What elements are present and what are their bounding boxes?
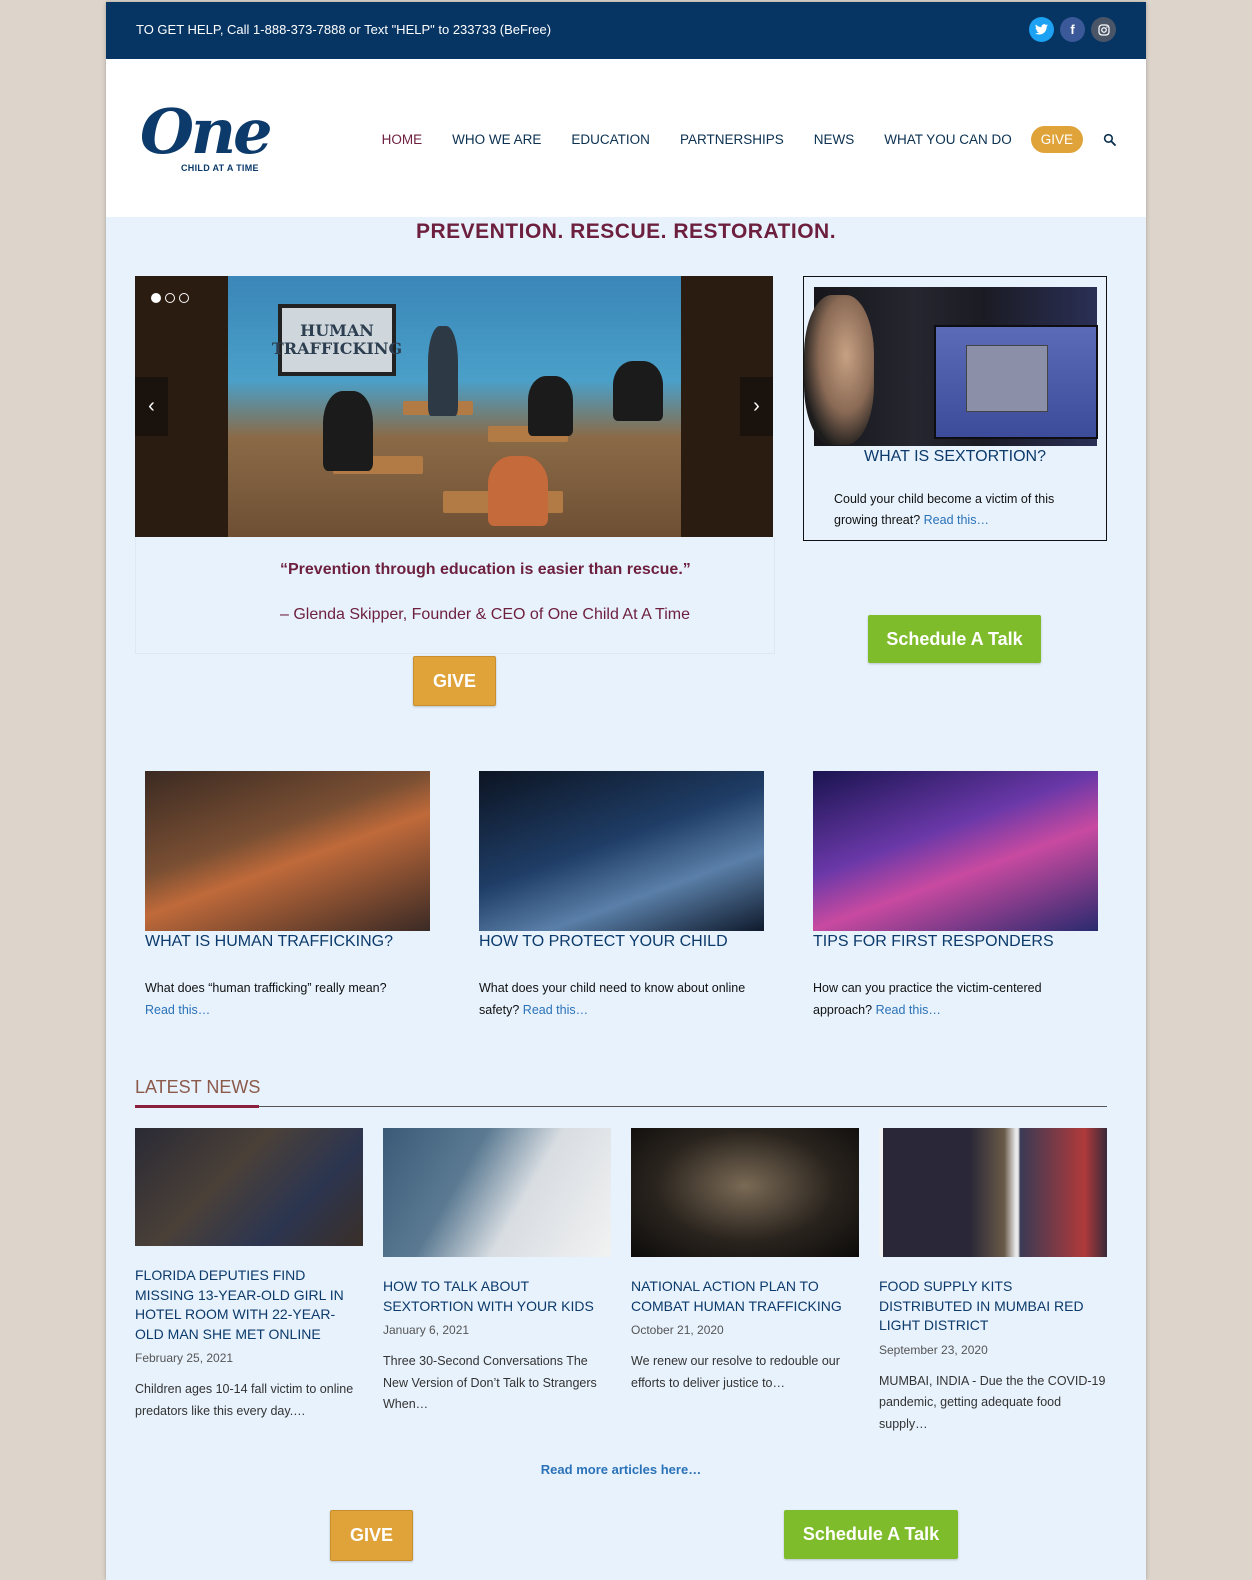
facebook-icon[interactable]: f	[1060, 17, 1085, 42]
twitter-icon[interactable]	[1029, 17, 1054, 42]
give-button[interactable]: GIVE	[413, 656, 496, 706]
slide-screen-text: HUMAN TRAFFICKING	[272, 304, 402, 376]
news-title[interactable]: NATIONAL ACTION PLAN TO COMBAT HUMAN TRA…	[631, 1277, 859, 1316]
quote-author: – Glenda Skipper, Founder & CEO of One C…	[280, 606, 690, 623]
schedule-talk-button[interactable]: Schedule A Talk	[868, 615, 1041, 663]
monitor	[934, 325, 1098, 439]
news-image[interactable]	[383, 1128, 611, 1257]
news-excerpt: Three 30-Second Conversations The New Ve…	[383, 1354, 597, 1411]
feature-description: What does “human trafficking” really mea…	[145, 981, 387, 995]
feature-text: How can you practice the victim-centered…	[813, 977, 1098, 1021]
news-excerpt: We renew our resolve to redouble our eff…	[631, 1354, 840, 1390]
sextortion-read-link[interactable]: Read this…	[924, 513, 989, 527]
news-card: FOOD SUPPLY KITS DISTRIBUTED IN MUMBAI R…	[879, 1128, 1107, 1435]
logo-subtitle: CHILD AT A TIME	[181, 163, 259, 173]
feature-read-link[interactable]: Read this…	[145, 1003, 210, 1017]
site-logo[interactable]: One CHILD AT A TIME	[140, 95, 273, 181]
give-button-bottom[interactable]: GIVE	[330, 1510, 413, 1561]
main-nav: HOME WHO WE ARE EDUCATION PARTNERSHIPS N…	[352, 126, 1116, 153]
student	[528, 376, 573, 436]
chevron-right-icon[interactable]: ›	[740, 377, 773, 436]
chevron-left-icon[interactable]: ‹	[135, 377, 168, 436]
feature-card-protect-child: HOW TO PROTECT YOUR CHILD What does your…	[479, 771, 764, 1021]
feature-title[interactable]: WHAT IS HUMAN TRAFFICKING?	[145, 933, 430, 951]
news-card: NATIONAL ACTION PLAN TO COMBAT HUMAN TRA…	[631, 1128, 859, 1394]
latest-news-heading: LATEST NEWS	[135, 1077, 261, 1097]
site-header: One CHILD AT A TIME HOME WHO WE ARE EDUC…	[106, 59, 1146, 217]
feature-image[interactable]	[813, 771, 1098, 931]
sextortion-title[interactable]: WHAT IS SEXTORTION?	[804, 448, 1106, 466]
news-image[interactable]	[631, 1128, 859, 1257]
nav-who-we-are[interactable]: WHO WE ARE	[452, 132, 541, 147]
founder-quote: “Prevention through education is easier …	[280, 561, 691, 578]
news-title[interactable]: FOOD SUPPLY KITS DISTRIBUTED IN MUMBAI R…	[879, 1277, 1107, 1336]
slider-dot[interactable]	[151, 293, 161, 303]
feature-card-human-trafficking: WHAT IS HUMAN TRAFFICKING? What does “hu…	[145, 771, 430, 1021]
news-card: FLORIDA DEPUTIES FIND MISSING 13-YEAR-OL…	[135, 1128, 363, 1422]
logo-wordmark: One	[140, 95, 273, 168]
nav-news[interactable]: NEWS	[814, 132, 855, 147]
feature-image[interactable]	[145, 771, 430, 931]
feature-text: What does your child need to know about …	[479, 977, 764, 1021]
divider	[135, 1106, 1107, 1107]
feature-description: What does your child need to know about …	[479, 981, 746, 1017]
news-date: September 23, 2020	[879, 1342, 988, 1357]
sextortion-image[interactable]	[804, 287, 1098, 446]
news-date: October 21, 2020	[631, 1323, 724, 1337]
read-more-link[interactable]: Read more articles here…	[106, 1462, 1136, 1477]
slide-image: HUMAN TRAFFICKING	[228, 276, 681, 537]
schedule-talk-button-bottom[interactable]: Schedule A Talk	[784, 1510, 958, 1559]
student	[488, 456, 548, 526]
divider-accent	[135, 1105, 259, 1108]
news-title[interactable]: HOW TO TALK ABOUT SEXTORTION WITH YOUR K…	[383, 1277, 611, 1316]
feature-text: What does “human trafficking” really mea…	[145, 977, 430, 1021]
news-image[interactable]	[879, 1128, 1107, 1257]
news-date: January 6, 2021	[383, 1323, 470, 1337]
top-bar: TO GET HELP, Call 1-888-373-7888 or Text…	[106, 2, 1146, 59]
search-icon[interactable]	[1103, 133, 1116, 146]
slider-dot[interactable]	[165, 293, 175, 303]
news-date: February 25, 2021	[135, 1351, 234, 1365]
sextortion-card: WHAT IS SEXTORTION? Could your child bec…	[803, 276, 1107, 541]
student	[613, 361, 663, 421]
feature-card-first-responders: TIPS FOR FIRST RESPONDERS How can you pr…	[813, 771, 1098, 1021]
social-links: f	[1029, 17, 1116, 42]
nav-home[interactable]: HOME	[382, 132, 423, 147]
nav-partnerships[interactable]: PARTNERSHIPS	[680, 132, 784, 147]
feature-title[interactable]: TIPS FOR FIRST RESPONDERS	[813, 933, 1098, 951]
quote-box: “Prevention through education is easier …	[135, 537, 775, 654]
instagram-icon[interactable]	[1091, 17, 1116, 42]
nav-education[interactable]: EDUCATION	[571, 132, 650, 147]
feature-image[interactable]	[479, 771, 764, 931]
help-hotline-text: TO GET HELP, Call 1-888-373-7888 or Text…	[136, 22, 552, 37]
hero-slider[interactable]: HUMAN TRAFFICKING ‹ ›	[135, 276, 773, 537]
feature-read-link[interactable]: Read this…	[523, 1003, 588, 1017]
tagline: PREVENTION. RESCUE. RESTORATION.	[415, 220, 837, 243]
teacher	[428, 326, 458, 416]
news-excerpt: MUMBAI, INDIA - Due the the COVID-19 pan…	[879, 1373, 1106, 1431]
news-title[interactable]: FLORIDA DEPUTIES FIND MISSING 13-YEAR-OL…	[135, 1266, 363, 1344]
page: TO GET HELP, Call 1-888-373-7888 or Text…	[106, 2, 1146, 1580]
news-image[interactable]	[135, 1128, 363, 1246]
slider-dots	[151, 293, 189, 303]
feature-title[interactable]: HOW TO PROTECT YOUR CHILD	[479, 933, 764, 951]
nav-give-button[interactable]: GIVE	[1030, 126, 1083, 153]
student	[323, 391, 373, 471]
slider-dot[interactable]	[179, 293, 189, 303]
news-excerpt: Children ages 10-14 fall victim to onlin…	[135, 1382, 354, 1418]
sextortion-text: Could your child become a victim of this…	[834, 489, 1084, 531]
feature-read-link[interactable]: Read this…	[876, 1003, 941, 1017]
nav-what-you-can-do[interactable]: WHAT YOU CAN DO	[884, 132, 1012, 147]
news-card: HOW TO TALK ABOUT SEXTORTION WITH YOUR K…	[383, 1128, 611, 1416]
face-silhouette	[804, 295, 874, 445]
